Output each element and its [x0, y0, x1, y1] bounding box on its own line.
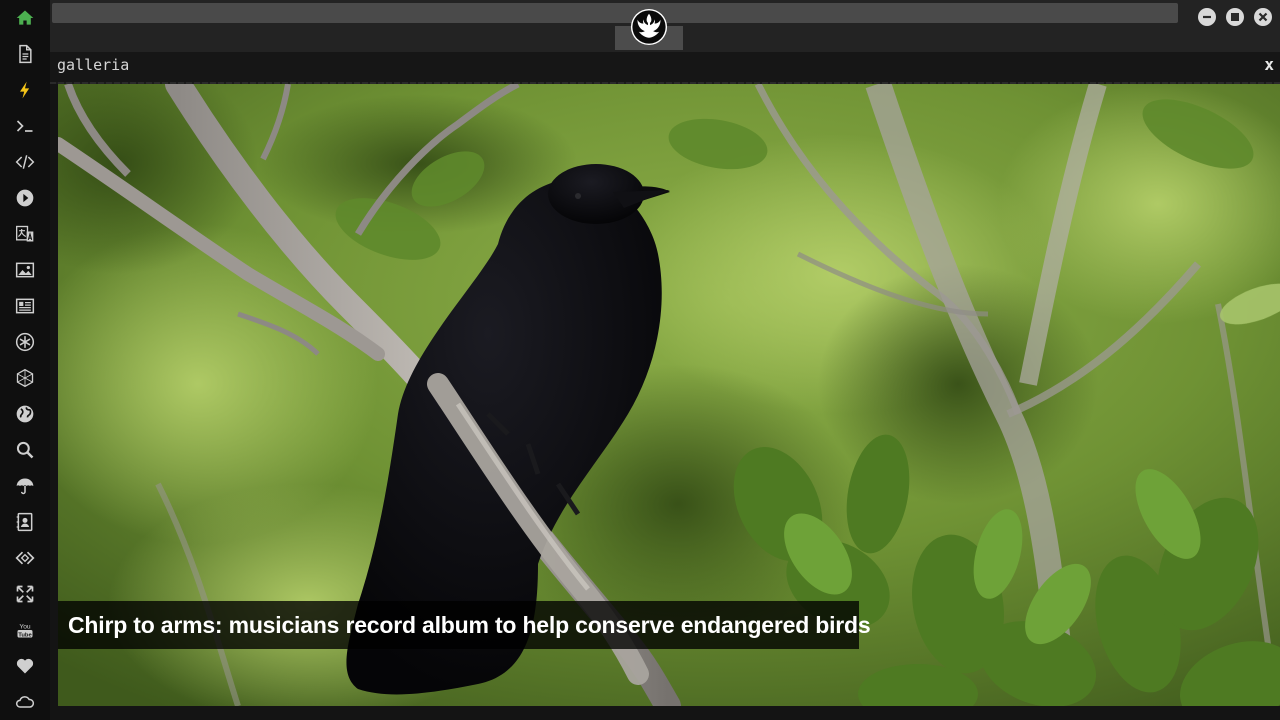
contacts-icon [16, 512, 33, 532]
sidebar-item-heart[interactable] [13, 654, 37, 678]
globe-icon [16, 405, 34, 423]
gallery-viewer[interactable]: Chirp to arms: musicians record album to… [58, 84, 1280, 706]
top-bar [50, 0, 1280, 52]
sidebar-item-umbrella[interactable] [13, 474, 37, 498]
sidebar-item-youtube[interactable]: You Tube [13, 618, 37, 642]
hexagon-network-icon [16, 368, 34, 388]
sidebar-item-images[interactable] [13, 258, 37, 282]
sidebar-item-home[interactable] [13, 6, 37, 30]
panel-close-button[interactable]: x [1264, 55, 1274, 74]
cloud-icon [16, 696, 35, 708]
sidebar-item-play[interactable] [13, 186, 37, 210]
maximize-icon [1231, 13, 1239, 21]
terminal-icon [16, 120, 33, 132]
sidebar-item-globe[interactable] [13, 402, 37, 426]
svg-text:You: You [19, 623, 31, 630]
document-icon [19, 44, 32, 64]
sidebar-item-search[interactable] [13, 438, 37, 462]
play-circle-icon [16, 189, 34, 207]
sidebar-item-code[interactable] [13, 150, 37, 174]
newspaper-icon [15, 298, 35, 314]
image-icon [15, 262, 35, 278]
minimize-button[interactable] [1198, 8, 1216, 26]
lightning-icon [20, 81, 30, 99]
panel-title: galleria [57, 56, 130, 74]
settings-snowflake-icon [15, 332, 35, 352]
address-bar[interactable] [52, 3, 1178, 23]
sidebar-item-expand[interactable] [13, 582, 37, 606]
sidebar-item-news[interactable] [13, 294, 37, 318]
heart-icon [16, 658, 34, 674]
minimize-icon [1203, 15, 1211, 19]
translate-icon [16, 225, 34, 242]
expand-arrows-icon [16, 585, 34, 603]
close-window-button[interactable] [1254, 8, 1272, 26]
umbrella-icon [16, 478, 34, 495]
code-diamond-icon [15, 551, 35, 565]
sidebar-item-settings[interactable] [13, 330, 37, 354]
rebel-alliance-icon [630, 8, 668, 46]
close-icon [1258, 12, 1268, 22]
sidebar-item-contacts[interactable] [13, 510, 37, 534]
sidebar-item-document[interactable] [13, 42, 37, 66]
bottom-strip [50, 706, 1280, 720]
svg-text:Tube: Tube [18, 632, 32, 638]
sidebar-item-lightning[interactable] [13, 78, 37, 102]
sidebar-item-code-diamond[interactable] [13, 546, 37, 570]
sidebar-item-cloud[interactable] [13, 690, 37, 714]
sidebar-item-translate[interactable] [13, 222, 37, 246]
image-caption[interactable]: Chirp to arms: musicians record album to… [58, 601, 871, 649]
maximize-button[interactable] [1226, 8, 1244, 26]
youtube-icon: You Tube [17, 623, 33, 638]
sidebar-item-network[interactable] [13, 366, 37, 390]
app-window: You Tube galleria x Chirp to arms: music… [0, 0, 1280, 720]
panel-header: galleria x [50, 52, 1280, 84]
search-icon [16, 441, 34, 459]
sidebar-item-terminal[interactable] [13, 114, 37, 138]
sidebar: You Tube [0, 0, 50, 720]
code-icon [15, 155, 35, 169]
home-icon [16, 10, 34, 25]
